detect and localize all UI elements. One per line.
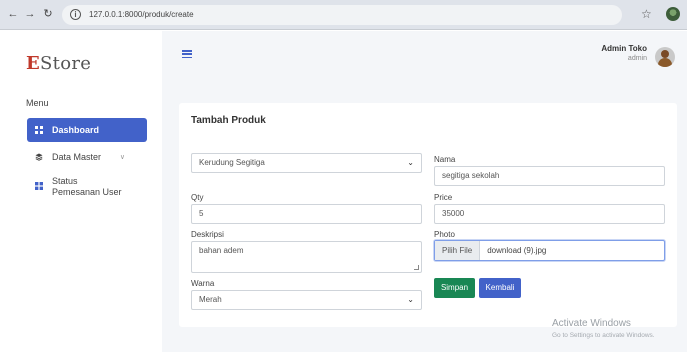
- user-name[interactable]: Admin Toko: [601, 44, 647, 53]
- url-text[interactable]: 127.0.0.1:8000/produk/create: [89, 10, 194, 19]
- add-product-card: Tambah Produk Kerudung Segitiga ⌄ Nama s…: [179, 103, 677, 327]
- activate-windows-subtitle: Go to Settings to activate Windows.: [552, 332, 655, 339]
- resize-handle-icon[interactable]: [414, 265, 419, 270]
- menu-heading: Menu: [26, 98, 49, 108]
- store-logo[interactable]: EStore: [26, 53, 91, 74]
- deskripsi-textarea[interactable]: bahan adem: [191, 241, 422, 273]
- photo-file-input[interactable]: Pilih File download (9).jpg: [434, 240, 665, 261]
- grid-icon: [35, 126, 43, 134]
- hamburger-menu-icon[interactable]: [182, 50, 192, 59]
- warna-label: Warna: [191, 279, 215, 288]
- profile-avatar-icon[interactable]: [666, 7, 680, 21]
- photo-label: Photo: [434, 230, 455, 239]
- deskripsi-label: Deskripsi: [191, 230, 224, 239]
- nama-input[interactable]: segitiga sekolah: [434, 166, 665, 186]
- price-label: Price: [434, 193, 453, 202]
- layers-icon: [35, 153, 43, 161]
- nama-label: Nama: [434, 155, 456, 164]
- main-content: Admin Toko admin Tambah Produk Kerudung …: [162, 31, 687, 352]
- activate-windows-title: Activate Windows: [552, 318, 631, 329]
- qty-input[interactable]: 5: [191, 204, 422, 224]
- user-role: admin: [627, 55, 647, 62]
- nama-input-value: segitiga sekolah: [442, 171, 500, 180]
- deskripsi-textarea-value: bahan adem: [199, 246, 244, 255]
- sidebar-item-label: Status Pemesanan User: [52, 176, 122, 197]
- chevron-down-icon: ⌄: [407, 158, 414, 167]
- qty-label: Qty: [191, 193, 204, 202]
- chevron-down-icon: ⌄: [407, 295, 414, 304]
- price-input-value: 35000: [442, 209, 465, 218]
- sidebar-item-label: Dashboard: [52, 125, 100, 135]
- sidebar-item-label: Data Master: [52, 152, 102, 162]
- category-select-value: Kerudung Segitiga: [199, 158, 265, 167]
- sidebar-item-data-master[interactable]: Data Master ∨: [27, 145, 147, 169]
- back-arrow-icon[interactable]: ←: [6, 7, 20, 21]
- sidebar-item-dashboard[interactable]: Dashboard: [27, 118, 147, 142]
- back-button[interactable]: Kembali: [479, 278, 521, 298]
- table-icon: [35, 182, 43, 190]
- reload-icon[interactable]: ↻: [41, 7, 55, 21]
- sidebar: EStore Menu Dashboard Data Master ∨ Stat…: [0, 31, 162, 352]
- bookmark-star-icon[interactable]: ☆: [641, 7, 652, 21]
- save-button[interactable]: Simpan: [434, 278, 475, 298]
- page-title: Tambah Produk: [191, 115, 266, 126]
- logo-letter-e: E: [26, 53, 41, 74]
- price-input[interactable]: 35000: [434, 204, 665, 224]
- sidebar-item-status-pemesanan[interactable]: Status Pemesanan User: [27, 176, 147, 204]
- address-bar[interactable]: i 127.0.0.1:8000/produk/create: [62, 5, 622, 25]
- browser-toolbar: ← → ↻ i 127.0.0.1:8000/produk/create ☆: [0, 0, 687, 30]
- avatar[interactable]: [655, 47, 675, 67]
- choose-file-button[interactable]: Pilih File: [435, 241, 481, 260]
- category-select[interactable]: Kerudung Segitiga ⌄: [191, 153, 422, 173]
- photo-filename: download (9).jpg: [487, 246, 547, 255]
- chevron-down-icon[interactable]: ∨: [120, 153, 125, 161]
- site-info-icon[interactable]: i: [70, 9, 81, 20]
- warna-select-value: Merah: [199, 295, 222, 304]
- qty-input-value: 5: [199, 209, 204, 218]
- forward-arrow-icon[interactable]: →: [23, 7, 37, 21]
- warna-select[interactable]: Merah ⌄: [191, 290, 422, 310]
- logo-text: Store: [40, 53, 92, 74]
